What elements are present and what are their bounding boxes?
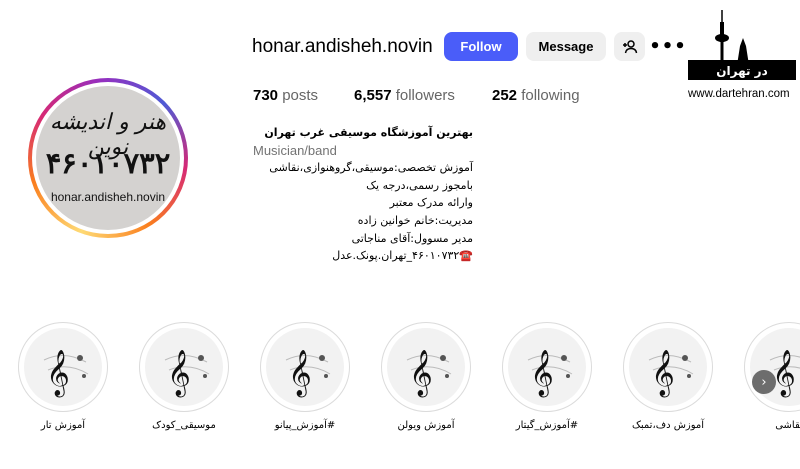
highlight-label: #آموزش_پیانو: [274, 420, 336, 431]
bio-category: Musician/band: [253, 142, 337, 158]
svg-text:𝄞: 𝄞: [288, 350, 312, 398]
svg-text:𝄞: 𝄞: [530, 350, 554, 398]
posts-label: posts: [282, 87, 319, 104]
svg-text:𝄞: 𝄞: [772, 350, 796, 398]
highlight-label: آموزش دف،تمبک: [631, 420, 705, 431]
bio-line: آموزش تخصصی:موسیقی،گروهنوازی،نقاشی: [269, 161, 473, 175]
highlight-ring: 𝄞: [744, 322, 800, 412]
watermark-url: www.dartehran.com: [688, 88, 790, 100]
treble-clef-icon: 𝄞: [145, 328, 223, 406]
svg-text:𝄞: 𝄞: [409, 350, 433, 398]
story-highlight[interactable]: 𝄞 موسیقی_کودک: [136, 322, 232, 431]
more-options-icon[interactable]: •••: [649, 34, 686, 58]
following-count: 252: [492, 87, 518, 104]
bio-line: بامجوز رسمی،درجه یک: [366, 178, 473, 192]
following-label: following: [521, 87, 580, 104]
svg-text:𝄞: 𝄞: [651, 350, 675, 398]
posts-stat: 730 posts: [253, 87, 318, 104]
highlight-ring: 𝄞: [381, 322, 471, 412]
highlight-label: موسیقی_کودک: [152, 420, 216, 431]
highlight-ring: 𝄞: [502, 322, 592, 412]
highlight-ring: 𝄞: [139, 322, 229, 412]
svg-text:𝄞: 𝄞: [46, 350, 70, 398]
suggested-accounts-button[interactable]: [614, 32, 645, 61]
bio-line: وارائه مدرک معتبر: [389, 196, 473, 210]
chevron-right-icon[interactable]: ›: [752, 370, 776, 394]
treble-clef-icon: 𝄞: [629, 328, 707, 406]
bio-line: مدیریت:خانم خوانین زاده: [357, 213, 473, 227]
profile-bio: بهترین آموزشگاه موسیقی غرب تهران Musicia…: [253, 124, 473, 265]
story-highlight[interactable]: 𝄞 آموزش تار: [15, 322, 111, 431]
treble-clef-icon: 𝄞: [24, 328, 102, 406]
bio-line: ☎️۴۶۰۱۰۷۳۲_تهران.پونک.عدل: [332, 249, 473, 263]
story-highlight[interactable]: 𝄞 آموزش ویولن: [378, 322, 474, 431]
avatar: هنر و اندیشه نوین ۴۶۰۱۰۷۳۲ honar.andishe…: [36, 86, 180, 230]
profile-avatar-ring[interactable]: هنر و اندیشه نوین ۴۶۰۱۰۷۳۲ honar.andishe…: [28, 78, 188, 238]
highlight-label: آموزش تار: [40, 420, 86, 431]
treble-clef-icon: 𝄞: [266, 328, 344, 406]
posts-count: 730: [253, 87, 279, 104]
treble-clef-icon: 𝄞: [387, 328, 465, 406]
avatar-logo-number: ۴۶۰۱۰۷۳۲: [45, 146, 171, 180]
followers-stat[interactable]: 6,557 followers: [354, 87, 455, 104]
add-person-icon: [622, 39, 637, 53]
bio-title: بهترین آموزشگاه موسیقی غرب تهران: [264, 126, 473, 139]
followers-label: followers: [395, 87, 455, 104]
highlight-ring: 𝄞: [623, 322, 713, 412]
avatar-logo-url: honar.andisheh.novin: [50, 190, 166, 204]
profile-username: honar.andisheh.novin: [252, 36, 433, 57]
message-button[interactable]: Message: [526, 32, 606, 61]
bio-line: مدیر مسوول:آقای مناجاتی: [351, 231, 473, 245]
story-highlight[interactable]: 𝄞 آموزش دف،تمبک: [620, 322, 716, 431]
follow-button[interactable]: Follow: [444, 32, 518, 61]
highlight-label: آموزش ویولن: [397, 420, 455, 431]
following-stat[interactable]: 252 following: [492, 87, 580, 104]
highlight-ring: 𝄞: [18, 322, 108, 412]
watermark-logo-text: در تهران: [716, 64, 768, 78]
highlight-label: نقاشی: [775, 420, 800, 431]
svg-text:𝄞: 𝄞: [167, 350, 191, 398]
treble-clef-icon: 𝄞: [508, 328, 586, 406]
highlight-label: #آموزش_گیتار: [515, 420, 579, 431]
followers-count: 6,557: [354, 87, 392, 104]
highlight-ring: 𝄞: [260, 322, 350, 412]
treble-clef-icon: 𝄞: [750, 328, 800, 406]
story-highlight[interactable]: 𝄞 #آموزش_گیتار: [499, 322, 595, 431]
story-highlight[interactable]: 𝄞 #آموزش_پیانو: [257, 322, 353, 431]
